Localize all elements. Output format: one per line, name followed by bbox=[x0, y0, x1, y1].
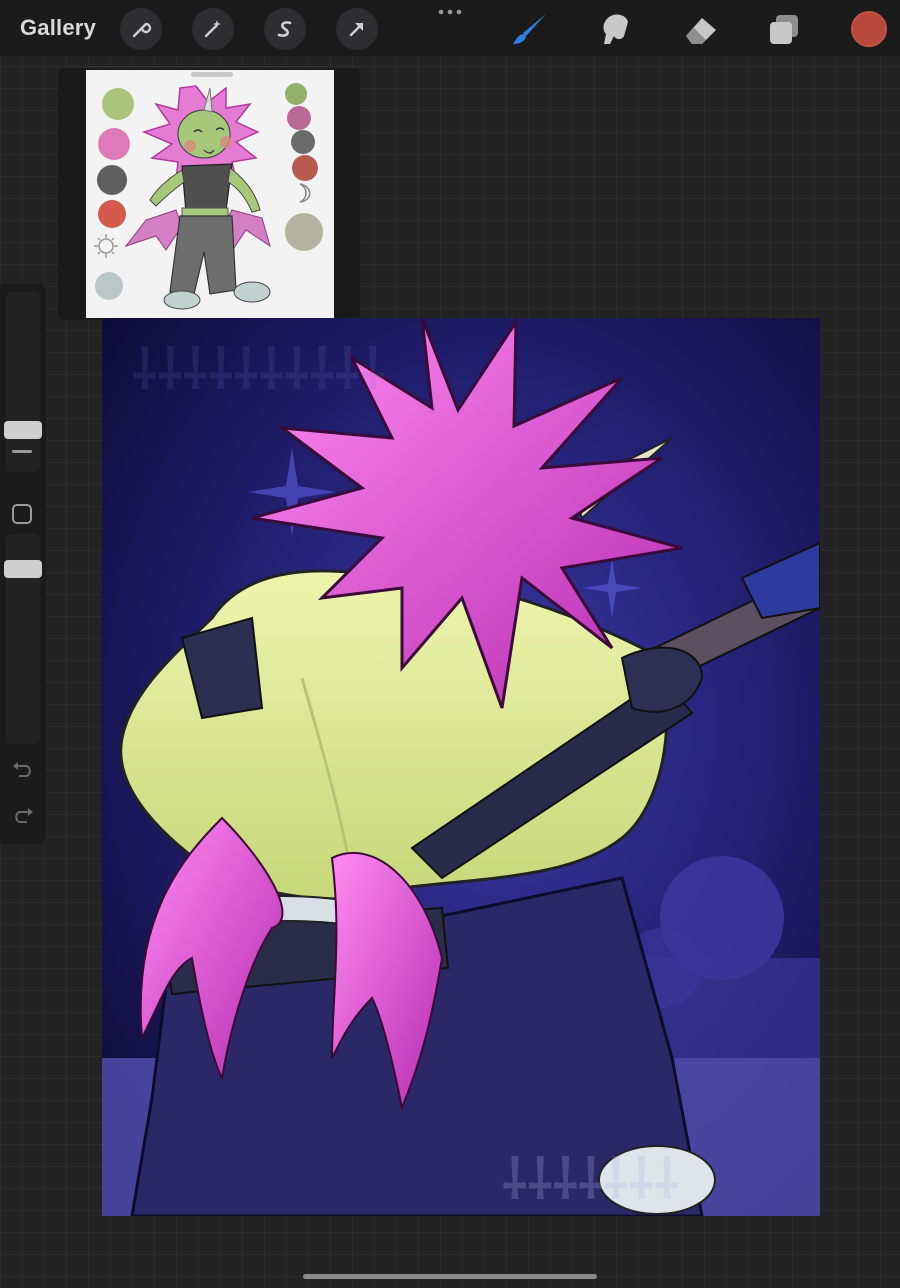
brush-icon[interactable] bbox=[510, 10, 550, 50]
magic-wand-icon[interactable] bbox=[192, 8, 234, 50]
brush-size-thumb[interactable] bbox=[4, 421, 42, 439]
redo-icon[interactable] bbox=[11, 806, 35, 826]
left-sidebar bbox=[0, 284, 46, 844]
layers-icon[interactable] bbox=[764, 10, 804, 50]
svg-text:⸸⸸⸸⸸⸸⸸⸸: ⸸⸸⸸⸸⸸⸸⸸ bbox=[502, 1150, 679, 1210]
smudge-icon[interactable] bbox=[596, 10, 636, 50]
brush-size-slider[interactable] bbox=[6, 292, 40, 472]
slider-divider bbox=[12, 450, 32, 453]
svg-text:⸸⸸⸸⸸⸸⸸⸸⸸⸸⸸: ⸸⸸⸸⸸⸸⸸⸸⸸⸸⸸ bbox=[132, 340, 385, 400]
home-indicator[interactable] bbox=[303, 1274, 597, 1279]
opacity-thumb[interactable] bbox=[4, 560, 42, 578]
reference-image bbox=[86, 70, 334, 318]
eraser-icon[interactable] bbox=[680, 10, 720, 50]
reference-drag-handle[interactable] bbox=[191, 72, 233, 77]
transform-arrow-icon[interactable] bbox=[336, 8, 378, 50]
drawing-canvas[interactable]: ⸸⸸⸸⸸⸸⸸⸸⸸⸸⸸ ⸸⸸⸸⸸⸸⸸⸸ bbox=[102, 318, 820, 1216]
more-options-icon[interactable] bbox=[436, 4, 464, 18]
modify-button[interactable] bbox=[12, 504, 32, 524]
color-picker-button[interactable] bbox=[851, 11, 887, 47]
undo-icon[interactable] bbox=[11, 760, 35, 780]
gallery-button[interactable]: Gallery bbox=[20, 15, 96, 41]
top-toolbar: Gallery bbox=[0, 0, 900, 56]
wrench-icon[interactable] bbox=[120, 8, 162, 50]
selection-s-icon[interactable] bbox=[264, 8, 306, 50]
